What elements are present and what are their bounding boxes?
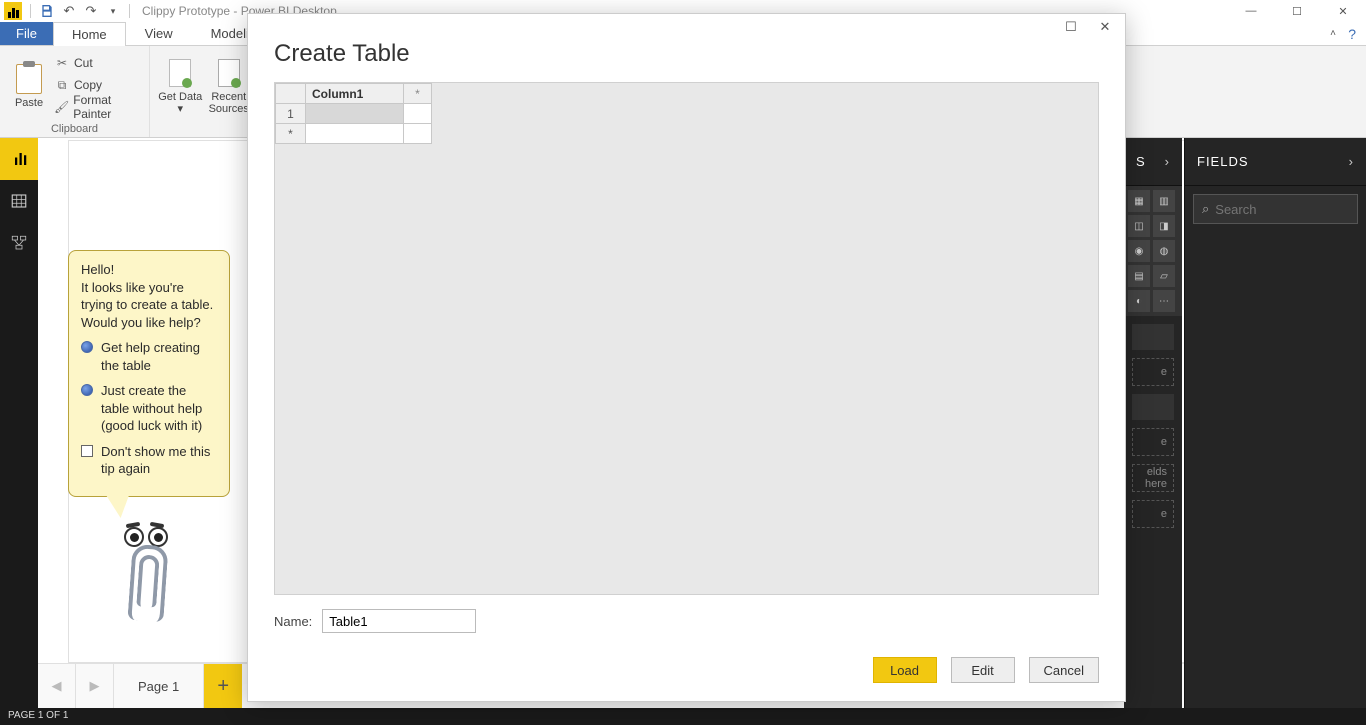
viz-type-icon[interactable]: ◐ <box>1128 290 1150 312</box>
view-rail <box>0 138 38 708</box>
grid-row-header[interactable]: 1 <box>276 104 306 124</box>
grid-cell[interactable] <box>306 104 404 124</box>
grid-cell[interactable] <box>404 104 432 124</box>
checkbox-icon <box>81 445 93 457</box>
close-button[interactable]: ✕ <box>1320 0 1366 22</box>
viz-drop-zone[interactable]: e <box>1132 500 1174 528</box>
status-bar: PAGE 1 OF 1 <box>0 708 1366 725</box>
status-text: PAGE 1 OF 1 <box>8 710 68 721</box>
clippy-option-dontshow[interactable]: Don't show me this tip again <box>81 443 217 478</box>
clippy-bubble: Hello! It looks like you're trying to cr… <box>68 250 230 497</box>
get-data-button[interactable]: Get Data ▾ <box>158 50 203 122</box>
grid-cell[interactable] <box>306 124 404 144</box>
clippy-assistant: Hello! It looks like you're trying to cr… <box>68 250 230 622</box>
format-painter-button[interactable]: 🖌Format Painter <box>54 96 141 118</box>
dialog-maximize-button[interactable]: ☐ <box>1057 16 1085 38</box>
add-page-button[interactable]: + <box>204 664 242 709</box>
dialog-grid-area: Column1 * 1 * <box>274 82 1099 595</box>
viz-type-icon[interactable]: ▥ <box>1153 190 1175 212</box>
fields-search[interactable]: ⌕ <box>1193 194 1358 224</box>
viz-type-icon[interactable]: ▤ <box>1128 265 1150 287</box>
chevron-right-icon: › <box>1349 154 1354 169</box>
viz-drop-zone[interactable]: e <box>1132 428 1174 456</box>
viz-section-header <box>1132 324 1174 350</box>
chevron-right-icon: › <box>1165 154 1170 169</box>
viz-type-icon[interactable]: ▦ <box>1128 190 1150 212</box>
recent-sources-label: Recent Sources <box>207 91 252 115</box>
cancel-button[interactable]: Cancel <box>1029 657 1099 683</box>
create-table-dialog: ☐ ✕ Create Table Column1 * 1 * Name: <box>247 13 1126 702</box>
page-prev-button[interactable]: ◀ <box>38 664 76 709</box>
clipboard-group-label: Clipboard <box>0 123 149 135</box>
radio-icon <box>81 341 93 353</box>
table-name-label: Name: <box>274 614 312 629</box>
data-view-button[interactable] <box>0 180 38 222</box>
maximize-button[interactable]: ☐ <box>1274 0 1320 22</box>
edit-button[interactable]: Edit <box>951 657 1015 683</box>
clippy-character[interactable] <box>118 527 178 622</box>
model-view-button[interactable] <box>0 222 38 264</box>
radio-icon <box>81 384 93 396</box>
qat-dropdown-icon[interactable]: ▾ <box>105 3 121 19</box>
viz-type-icon[interactable]: ◍ <box>1153 240 1175 262</box>
get-data-label: Get Data ▾ <box>158 91 203 115</box>
clippy-option-nohelp[interactable]: Just create the table without help (good… <box>81 382 217 435</box>
save-icon[interactable] <box>39 3 55 19</box>
grid-column-header[interactable]: Column1 <box>306 84 404 104</box>
clippy-message: It looks like you're trying to create a … <box>81 280 213 330</box>
viz-drop-zone[interactable]: elds here <box>1132 464 1174 492</box>
fields-pane: FIELDS › ⌕ <box>1184 138 1366 708</box>
table-name-input[interactable] <box>322 609 476 633</box>
clippy-option-help[interactable]: Get help creating the table <box>81 339 217 374</box>
report-view-button[interactable] <box>0 138 38 180</box>
file-tab[interactable]: File <box>0 22 53 45</box>
tab-home[interactable]: Home <box>53 22 126 46</box>
viz-type-icon[interactable]: ◨ <box>1153 215 1175 237</box>
grid-cell[interactable] <box>404 124 432 144</box>
clippy-greeting: Hello! <box>81 262 114 277</box>
grid-add-column[interactable]: * <box>404 84 432 104</box>
fields-search-input[interactable] <box>1215 202 1366 217</box>
visualizations-header[interactable]: S › <box>1124 138 1182 186</box>
visualizations-pane: S › ▦ ▥ ◫ ◨ ◉ ◍ ▤ ▱ ◐ ⋯ e e elds here e <box>1124 138 1182 708</box>
viz-type-icon[interactable]: ◫ <box>1128 215 1150 237</box>
data-entry-grid[interactable]: Column1 * 1 * <box>275 83 432 144</box>
paste-label: Paste <box>15 97 43 109</box>
fields-header[interactable]: FIELDS › <box>1185 138 1366 186</box>
viz-drop-zone[interactable]: e <box>1132 358 1174 386</box>
viz-type-icon[interactable]: ▱ <box>1153 265 1175 287</box>
paste-button[interactable]: Paste <box>8 50 50 122</box>
page-next-button[interactable]: ▶ <box>76 664 114 709</box>
grid-add-row[interactable]: * <box>276 124 306 144</box>
help-icon[interactable]: ? <box>1348 26 1356 42</box>
undo-icon[interactable]: ↶ <box>61 3 77 19</box>
dialog-close-button[interactable]: ✕ <box>1091 16 1119 38</box>
tab-view[interactable]: View <box>126 21 192 45</box>
cut-button[interactable]: ✂Cut <box>54 52 141 74</box>
viz-type-icon[interactable]: ◉ <box>1128 240 1150 262</box>
viz-section-header <box>1132 394 1174 420</box>
recent-sources-button[interactable]: Recent Sources <box>207 50 252 122</box>
grid-corner <box>276 84 306 104</box>
redo-icon[interactable]: ↷ <box>83 3 99 19</box>
app-icon <box>4 2 22 20</box>
ribbon-collapse-icon[interactable]: ˄ <box>1330 28 1336 39</box>
dialog-title: Create Table <box>248 40 1125 82</box>
search-icon: ⌕ <box>1202 201 1209 217</box>
viz-more-icon[interactable]: ⋯ <box>1153 290 1175 312</box>
load-button[interactable]: Load <box>873 657 937 683</box>
page-tab-1[interactable]: Page 1 <box>114 664 204 709</box>
minimize-button[interactable]: — <box>1228 0 1274 22</box>
